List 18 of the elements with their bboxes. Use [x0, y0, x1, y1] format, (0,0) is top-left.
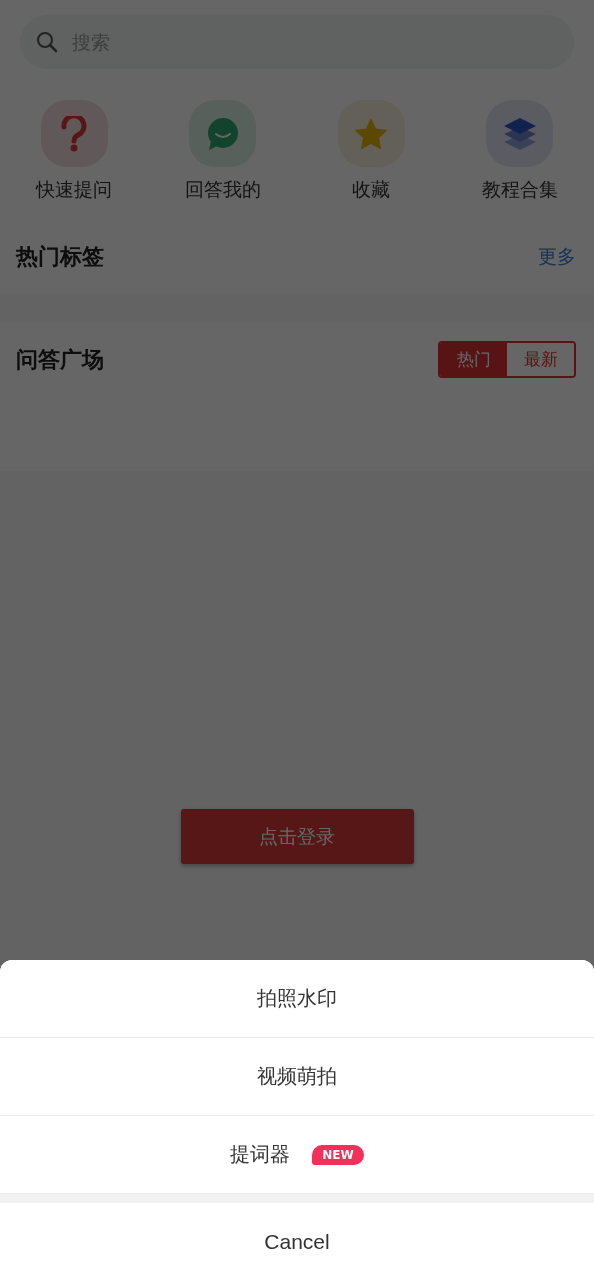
- shortcut-button[interactable]: [189, 100, 257, 167]
- shortcut-label: 教程合集: [481, 177, 558, 202]
- shortcut-label: 快速提问: [36, 177, 113, 202]
- sheet-option[interactable]: 拍照水印: [0, 960, 594, 1038]
- question-mark-icon: [61, 115, 88, 152]
- shortcut-button[interactable]: [40, 100, 108, 167]
- new-badge: NEW: [312, 1144, 364, 1165]
- search-icon: [36, 31, 58, 53]
- shortcut-label: 收藏: [352, 177, 391, 202]
- sheet-option[interactable]: 视频萌拍: [0, 1038, 594, 1116]
- star-icon: [353, 116, 390, 151]
- cancel-button[interactable]: Cancel: [0, 1203, 594, 1280]
- shortcut-button[interactable]: [486, 100, 554, 167]
- section-title: 问答广场: [16, 345, 104, 374]
- shortcut-button[interactable]: [337, 100, 405, 167]
- sheet-option[interactable]: 提词器 NEW: [0, 1116, 594, 1194]
- section-title: 热门标签: [16, 242, 104, 271]
- shortcut-label: 回答我的: [184, 177, 261, 202]
